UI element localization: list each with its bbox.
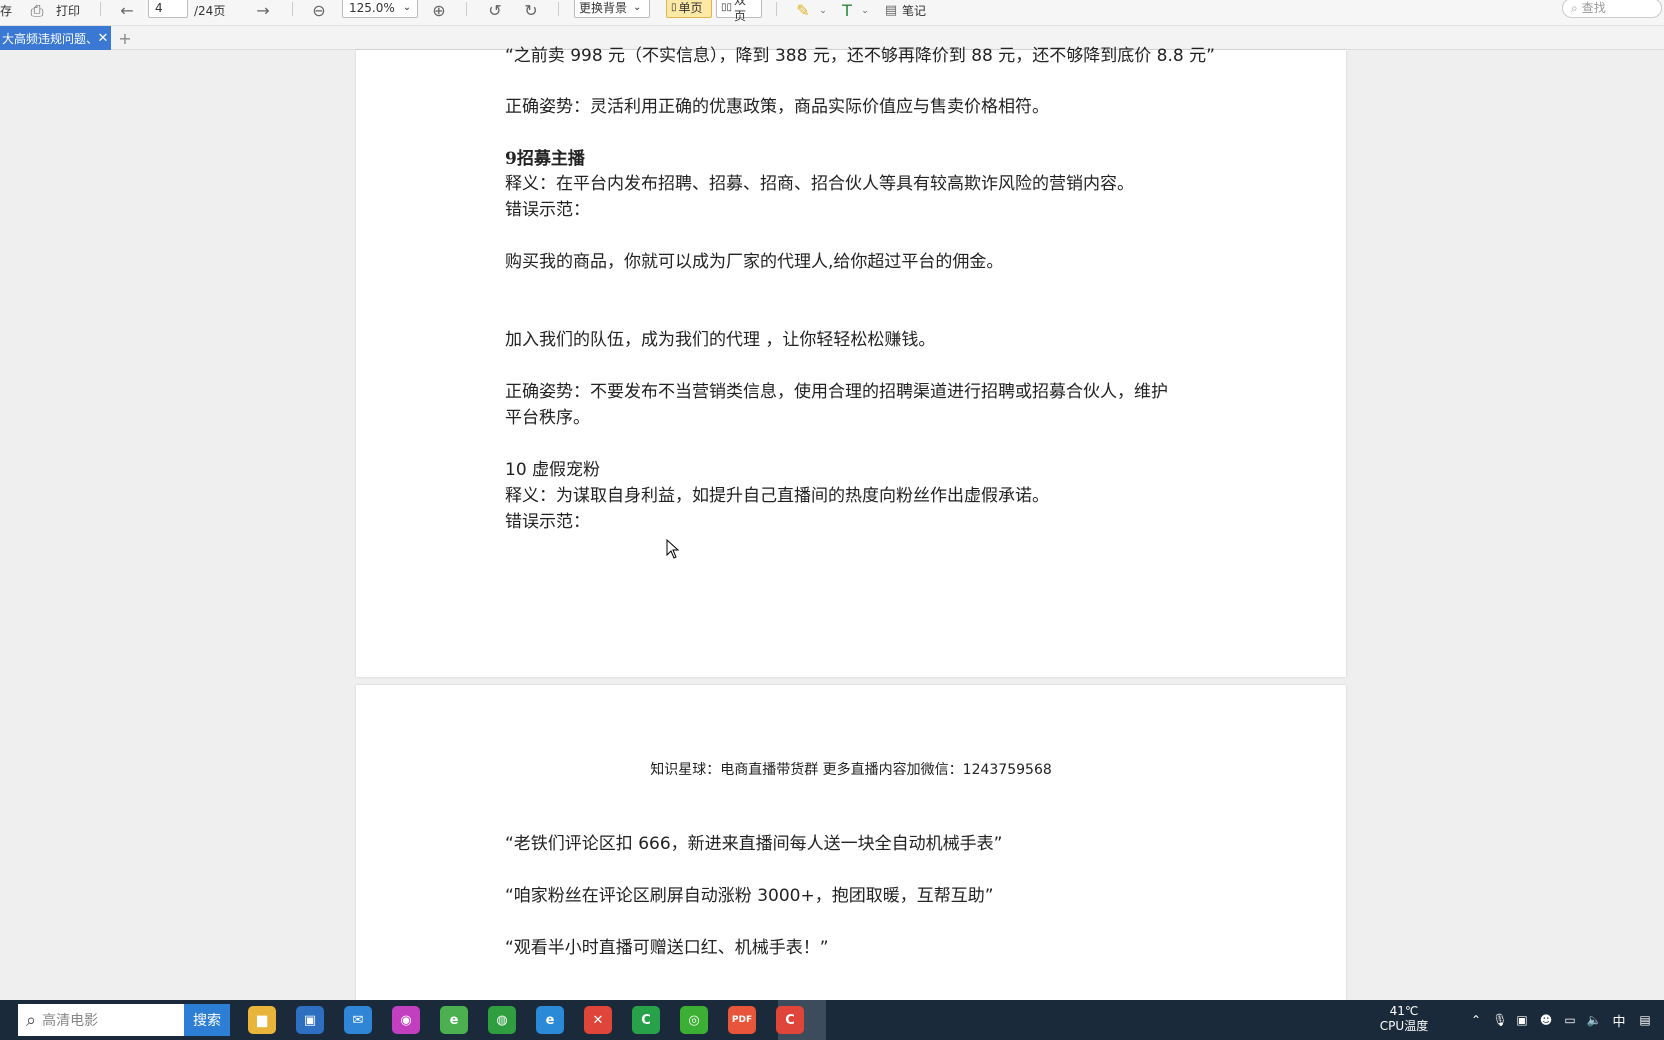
page-header-watermark: 知识星球：电商直播带货群 更多直播内容加微信：1243759568 (650, 762, 1052, 778)
chevron-down-icon[interactable]: ⌄ (854, 0, 876, 22)
document-page: “之前卖 998 元（不实信息），降到 388 元，还不够再降价到 88 元，还… (356, 46, 1346, 677)
double-page-label: 双页 (734, 0, 747, 23)
toolbar-divider (100, 2, 101, 16)
text-line: 加入我们的队伍，成为我们的代理 ，让你轻轻松松赚钱。 (505, 330, 936, 350)
volume-icon[interactable]: 🔈 (1584, 1000, 1604, 1040)
photos-icon[interactable]: ◉ (392, 1006, 420, 1034)
chevron-down-icon[interactable]: ⌄ (812, 0, 834, 22)
zoom-out-icon[interactable]: ⊖ (308, 0, 330, 22)
chevron-down-icon: ⌄ (402, 2, 412, 13)
network-status-icon[interactable]: ▣ (1512, 1000, 1532, 1040)
new-tab-icon[interactable]: + (116, 28, 134, 48)
print-button[interactable]: 打印 (56, 0, 80, 22)
save-button-partial[interactable]: 存 (0, 0, 12, 22)
zoom-value: 125.0% (349, 1, 395, 15)
single-page-icon: ▯ (671, 2, 677, 13)
search-placeholder: 查找 (1581, 1, 1606, 15)
qq-icon[interactable]: ☻ (1536, 1000, 1556, 1040)
text-line: “观看半小时直播可赠送口红、机械手表！” (505, 938, 829, 958)
cpu-temperature-label: CPU温度 (1379, 1019, 1429, 1033)
text-line: 购买我的商品，你就可以成为厂家的代理人,给你超过平台的佣金。 (505, 252, 1004, 272)
text-line: 正确姿势：灵活利用正确的优惠政策，商品实际价值应与售卖价格相符。 (505, 97, 1049, 117)
taskbar-search-input[interactable]: ⌕ 高清电影 (18, 1004, 184, 1036)
text-line: 平台秩序。 (505, 408, 590, 428)
single-page-label: 单页 (678, 1, 703, 15)
chevron-down-icon: ⌄ (633, 2, 642, 13)
close-icon[interactable]: ✕ (95, 31, 111, 46)
text-line: “咱家粉丝在评论区刷屏自动涨粉 3000+，抱团取暖，互帮互助” (505, 886, 994, 906)
recorder-icon[interactable]: C (776, 1006, 804, 1034)
tray-expand-icon[interactable]: ⌃ (1466, 1000, 1486, 1040)
document-page: 知识星球：电商直播带货群 更多直播内容加微信：1243759568 “老铁们评论… (356, 685, 1346, 1000)
pdf-icon[interactable]: PDF (728, 1006, 756, 1034)
text-line: 释义：在平台内发布招聘、招募、招商、招合伙人等具有较高欺诈风险的营销内容。 (505, 174, 1134, 194)
prev-page-icon[interactable]: ← (116, 0, 138, 22)
search-input[interactable]: ⌕ 查找 (1562, 0, 1662, 18)
notes-button[interactable]: 笔记 (902, 0, 926, 22)
text-line: “之前卖 998 元（不实信息），降到 388 元，还不够再降价到 88 元，还… (505, 46, 1215, 66)
single-page-button[interactable]: ▯ 单页 (666, 0, 712, 18)
double-page-icon: ▯▯ (721, 2, 733, 13)
highlighter-icon[interactable]: ✎ (792, 0, 814, 22)
change-background-label: 更换背景 (579, 1, 628, 15)
double-page-button[interactable]: ▯▯ 双页 (716, 0, 762, 23)
text-line: “老铁们评论区扣 666，新进来直播间每人送一块全自动机械手表” (505, 834, 1003, 854)
cpu-temperature-value: 41℃ (1389, 1004, 1419, 1018)
notes-icon[interactable]: ▤ (880, 0, 902, 22)
mail-icon[interactable]: ✉ (344, 1006, 372, 1034)
ime-indicator[interactable]: 中 (1608, 1000, 1630, 1040)
page-number-input[interactable]: 4 (148, 0, 188, 18)
search-icon: ⌕ (26, 1009, 37, 1031)
store-icon[interactable]: ▣ (296, 1006, 324, 1034)
toolbar: 存 ⎙ 打印 ← 4 /24页 → ⊖ 125.0% ⌄ ⊕ ↺ ↻ 更换背景 … (0, 0, 1664, 26)
taskbar-search-button[interactable]: 搜索 (184, 1004, 230, 1036)
text-line: 错误示范： (505, 200, 590, 220)
ie-browser-icon[interactable]: e (536, 1006, 564, 1034)
display-icon[interactable]: ▭ (1560, 1000, 1580, 1040)
notification-icon[interactable]: ▤ (1634, 1000, 1656, 1040)
next-page-icon[interactable]: → (252, 0, 274, 22)
toolbar-divider (292, 2, 293, 16)
wechat-icon[interactable]: ◎ (680, 1006, 708, 1034)
file-explorer-icon[interactable]: ▆ (248, 1006, 276, 1034)
text-line: 错误示范： (505, 512, 590, 532)
chat-app-icon[interactable]: ◍ (488, 1006, 516, 1034)
taskbar: ⌕ 高清电影 搜索 ▆ ▣ ✉ ◉ e ◍ e ✕ C ◎ PDF C 41℃ CPU温度 ⌃ 🎙 ▣… (0, 1000, 1664, 1040)
microphone-icon[interactable]: 🎙 (1490, 1000, 1510, 1040)
zoom-in-icon[interactable]: ⊕ (428, 0, 450, 22)
document-tab[interactable]: 大高频违规问题、 ✕ (0, 26, 111, 50)
section-heading: 9招募主播 (505, 149, 585, 169)
toolbar-divider (558, 2, 559, 16)
toolbar-divider (466, 2, 467, 16)
document-tab-label: 大高频违规问题、 (2, 31, 95, 46)
rotate-right-icon[interactable]: ↻ (520, 0, 542, 22)
rotate-left-icon[interactable]: ↺ (484, 0, 506, 22)
camtasia-icon[interactable]: C (632, 1006, 660, 1034)
office-icon[interactable]: ✕ (584, 1006, 612, 1034)
text-line: 释义：为谋取自身利益，如提升自己直播间的热度向粉丝作出虚假承诺。 (505, 486, 1049, 506)
page-total: /24页 (194, 4, 226, 18)
cpu-temperature: 41℃ CPU温度 (1374, 1004, 1434, 1034)
section-heading: 10 虚假宠粉 (505, 460, 601, 480)
taskbar-search-placeholder: 高清电影 (42, 1013, 99, 1029)
toolbar-divider (776, 2, 777, 16)
mouse-cursor-icon (666, 539, 680, 559)
change-background-button[interactable]: 更换背景 ⌄ (574, 0, 650, 18)
text-line: 正确姿势：不要发布不当营销类信息，使用合理的招聘渠道进行招聘或招募合伙人，维护 (505, 382, 1168, 402)
search-icon: ⌕ (1571, 1, 1578, 15)
print-icon[interactable]: ⎙ (26, 0, 48, 22)
zoom-select[interactable]: 125.0% ⌄ (342, 0, 418, 18)
browser-360-icon[interactable]: e (440, 1006, 468, 1034)
